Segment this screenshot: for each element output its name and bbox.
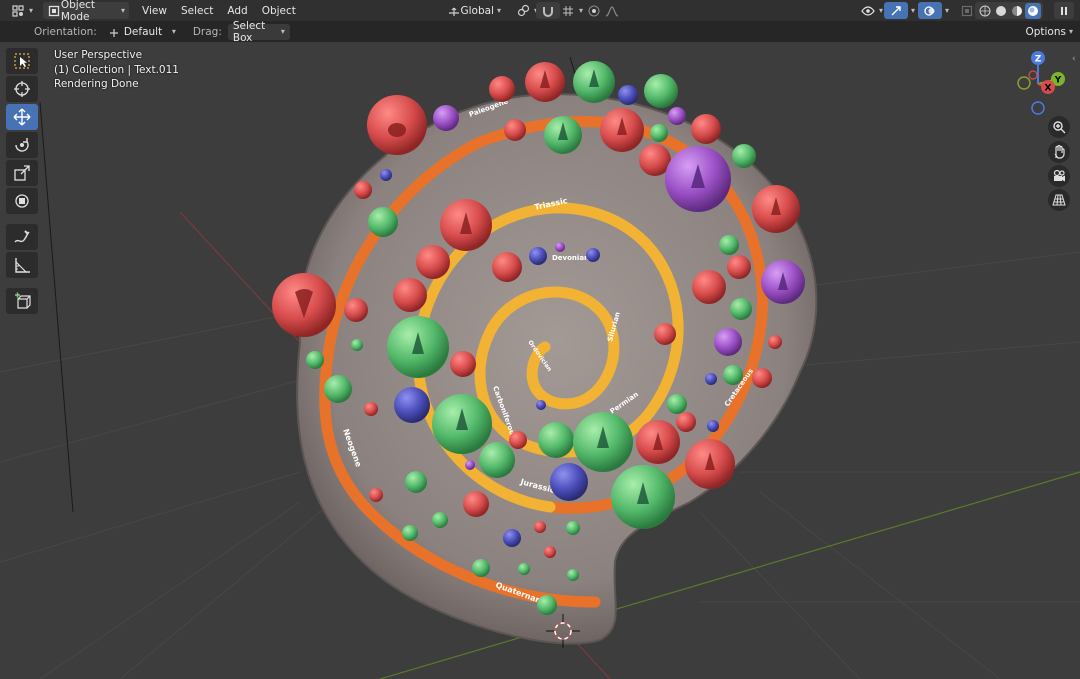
gizmo-axis-y: Y [1054, 76, 1062, 86]
orientation-axes-icon [108, 24, 120, 40]
options-label: Options [1025, 25, 1066, 38]
gizmo-axis-z: Z [1035, 55, 1042, 65]
annotate-icon [14, 230, 30, 243]
pause-icon [1056, 3, 1072, 19]
menu-select[interactable]: Select [174, 2, 220, 19]
hand-icon [1054, 145, 1065, 159]
label-devonian: Devonian [552, 254, 589, 262]
drag-dropdown[interactable]: Select Box ▾ [227, 20, 290, 44]
cursor-icon [14, 81, 30, 97]
chevron-down-icon: ▾ [280, 27, 285, 36]
chevron-down-icon: ▾ [911, 6, 916, 15]
transform-tool[interactable] [6, 188, 38, 214]
chevron-down-icon: ▾ [1068, 27, 1073, 36]
rotate-icon [15, 138, 29, 152]
pause-render-button[interactable] [1054, 2, 1074, 19]
shading-solid-icon[interactable] [993, 3, 1009, 19]
pan-button[interactable] [1048, 141, 1070, 163]
menu-add[interactable]: Add [220, 2, 254, 19]
menu-view[interactable]: View [135, 2, 174, 19]
drag-label: Drag: [192, 25, 222, 38]
orientation-dropdown[interactable]: Default ▾ [103, 24, 181, 40]
xray-icon [959, 3, 975, 19]
transform-orientation-label: Global [460, 4, 494, 17]
menu-object[interactable]: Object [255, 2, 303, 19]
measure-icon [15, 258, 30, 273]
zoom-button[interactable] [1048, 116, 1070, 138]
gizmo-dropdown[interactable]: ▾ [904, 2, 919, 19]
sidebar-toggle[interactable]: ‹ [1072, 54, 1080, 68]
camera-view-button[interactable] [1048, 165, 1070, 187]
scene-render: Paleogene Triassic Devonian Silurian Ord… [0, 56, 1080, 679]
scale-icon [14, 165, 30, 181]
select-box-icon [14, 53, 30, 69]
gizmo-icon [888, 3, 904, 19]
link-icon [515, 3, 531, 19]
magnet-icon [540, 3, 556, 19]
cursor-tool[interactable] [6, 76, 38, 102]
collection-label: (1) Collection | Text.011 [54, 63, 179, 76]
tool-settings-bar: Orientation: Default ▾ Drag: Select Box … [0, 20, 1080, 44]
camera-icon [1053, 169, 1065, 182]
render-status: Rendering Done [54, 78, 139, 90]
chevron-down-icon: ▾ [945, 6, 950, 15]
shading-wire-icon[interactable] [977, 3, 993, 19]
perspective-toggle-button[interactable] [1048, 189, 1070, 211]
3d-viewport[interactable]: Paleogene Triassic Devonian Silurian Ord… [0, 42, 1080, 679]
transform-icon [15, 194, 29, 208]
move-icon [13, 108, 31, 126]
scale-tool[interactable] [6, 160, 38, 186]
move-tool[interactable] [6, 104, 38, 130]
shading-render-icon[interactable] [1025, 2, 1041, 19]
zoom-icon [1053, 121, 1066, 134]
falloff-dropdown[interactable] [600, 2, 624, 19]
shading-material-icon[interactable] [1009, 3, 1025, 19]
select-box-tool[interactable] [6, 48, 38, 74]
shading-buttons [975, 2, 1043, 19]
measure-tool[interactable] [6, 252, 38, 278]
add-cube-icon [15, 292, 31, 309]
blender-window: ▾ Object Mode ▾ View Select Add Object G… [0, 0, 1080, 679]
chevron-down-icon: ▾ [171, 27, 176, 36]
grid-perspective-icon [1052, 194, 1066, 206]
editor-type-button[interactable]: ▾ [6, 2, 37, 19]
annotate-tool[interactable] [6, 224, 38, 250]
gizmo-axis-x: X [1045, 84, 1052, 94]
grid-cursor-icon [10, 3, 26, 19]
chevron-down-icon: ▾ [496, 6, 501, 15]
transform-orientation-dropdown[interactable]: Global ▾ [443, 2, 505, 19]
add-cube-tool[interactable] [6, 288, 38, 314]
visibility-icon [860, 3, 876, 19]
toolbox [6, 48, 40, 316]
chevron-down-icon: ▾ [29, 6, 34, 15]
visibility-dropdown[interactable]: ▾ [856, 2, 887, 19]
orientation-label: Orientation: [34, 25, 97, 38]
falloff-icon [604, 3, 620, 19]
chevron-down-icon: ▾ [879, 6, 884, 15]
navigation-gizmo[interactable]: Z Y X [1000, 46, 1076, 122]
mode-dropdown[interactable]: Object Mode ▾ [43, 0, 130, 23]
mode-label: Object Mode [60, 0, 96, 23]
chevron-down-icon: ▾ [121, 6, 126, 15]
light-line [39, 101, 74, 513]
options-dropdown[interactable]: Options ▾ [1020, 24, 1078, 40]
drag-value: Select Box [232, 19, 266, 44]
overlay-icon [922, 3, 938, 19]
snap-grid-icon [560, 3, 576, 19]
header-bar: ▾ Object Mode ▾ View Select Add Object G… [0, 0, 1080, 23]
overlay-dropdown[interactable]: ▾ [938, 2, 953, 19]
orientation-axes-icon [447, 3, 460, 19]
perspective-label: User Perspective [54, 49, 143, 61]
viewport-info: User Perspective (1) Collection | Text.0… [54, 48, 179, 92]
rotate-tool[interactable] [6, 132, 38, 158]
orientation-value: Default [123, 25, 163, 38]
object-mode-icon [47, 3, 61, 19]
